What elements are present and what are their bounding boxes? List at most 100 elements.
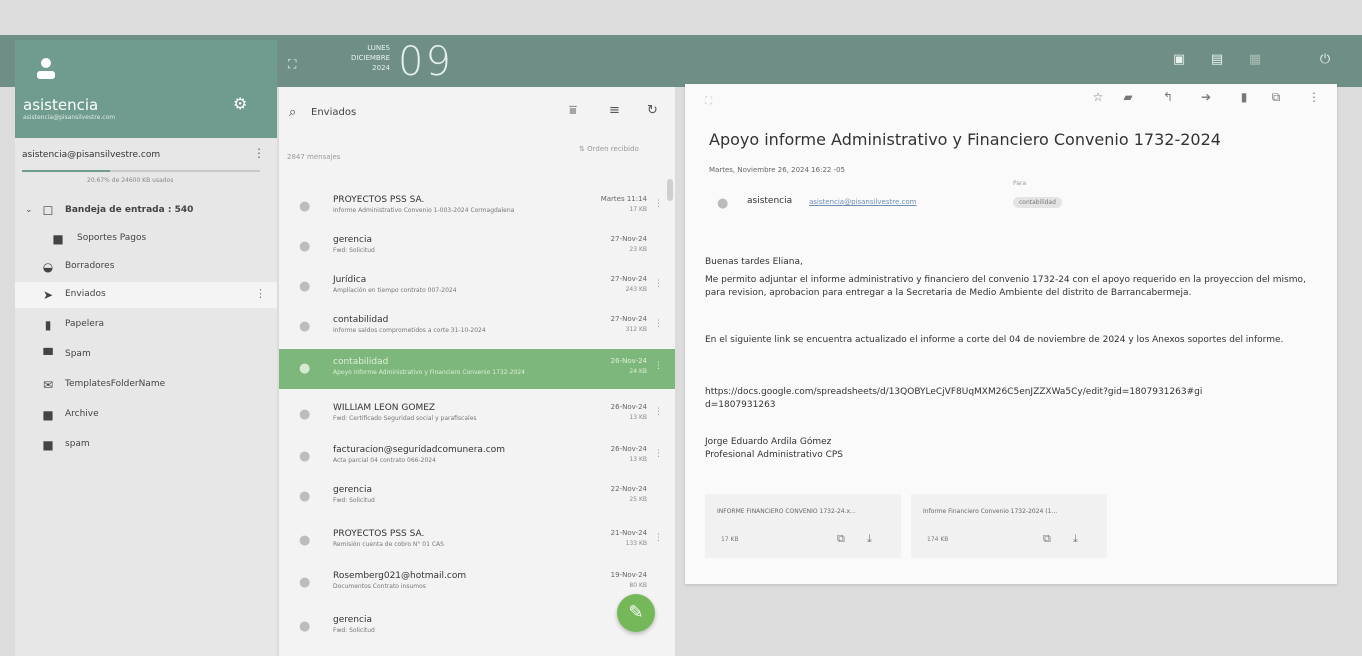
more-vert-icon[interactable]: ⋮	[654, 407, 663, 417]
attachment-name: Informe Financiero Convenio 1732-2024 (1…	[923, 508, 1058, 515]
message-sender: gerencia	[333, 485, 372, 495]
power-icon[interactable]: ⏻	[1318, 53, 1332, 67]
message-row[interactable]: ● PROYECTOS PSS SA. Remisión cuenta de c…	[279, 521, 675, 561]
message-link[interactable]: https://docs.google.com/spreadsheets/d/1…	[705, 386, 1205, 412]
sender-email[interactable]: asistencia@pisansilvestre.com	[809, 198, 916, 206]
month-name: DICIEMBRE	[351, 54, 390, 62]
message-sender: Jurídica	[333, 275, 367, 285]
account-selector[interactable]: asistencia@pisansilvestre.com	[22, 150, 160, 160]
message-row[interactable]: ● Rosemberg021@hotmail.com Documentos Co…	[279, 563, 675, 603]
message-size: 25 KB	[629, 496, 647, 503]
message-row[interactable]: ● Jurídica Ampliación en tiempo contrato…	[279, 267, 675, 307]
download-icon[interactable]: ⤓	[867, 532, 872, 546]
contacts-icon[interactable]: ▤	[1210, 53, 1224, 67]
message-row[interactable]: ● contabilidad Informe saldos comprometi…	[279, 307, 675, 347]
message-row[interactable]: ● PROYECTOS PSS SA. Informe Administrati…	[279, 187, 675, 227]
folder-drafts[interactable]: ◒ Borradores	[15, 254, 277, 280]
fullscreen-icon[interactable]: ⛶	[288, 57, 300, 71]
attachment-card[interactable]: Informe Financiero Convenio 1732-2024 (1…	[911, 494, 1107, 558]
filter-icon[interactable]: ⩸	[569, 103, 577, 118]
message-paragraph: Me permito adjuntar el informe administr…	[705, 275, 1306, 298]
grid-icon[interactable]: ▦	[1248, 53, 1262, 67]
folder-spam-lower[interactable]: ■ spam	[15, 432, 277, 458]
folder-spam[interactable]: ▀ Spam	[15, 342, 277, 368]
message-size: 13 KB	[629, 414, 647, 421]
message-row[interactable]: ● facturacion@seguridadcomunera.com Acta…	[279, 437, 675, 477]
template-icon: ✉	[42, 378, 54, 392]
drafts-icon: ◒	[42, 260, 54, 274]
more-vert-icon[interactable]: ⋮	[654, 533, 663, 543]
folder-label: TemplatesFolderName	[65, 379, 166, 389]
trash-icon[interactable]: ▮	[1237, 90, 1251, 104]
more-vert-icon[interactable]: ⋮	[1307, 90, 1321, 104]
contact-avatar-icon: ●	[299, 533, 311, 548]
forward-icon[interactable]: ➔	[1199, 90, 1213, 104]
attachment-size: 174 KB	[927, 536, 949, 543]
more-vert-icon[interactable]: ⋮	[654, 319, 663, 329]
folder-archive[interactable]: ■ Archive	[15, 402, 277, 428]
message-datetime: Martes, Noviembre 26, 2024 16:22 -05	[709, 166, 846, 174]
folder-soportes-pagos[interactable]: ■ Soportes Pagos	[15, 226, 277, 252]
message-sender: gerencia	[333, 235, 372, 245]
message-subject: Fwd: Solicitud	[333, 627, 375, 634]
message-row[interactable]: ● gerencia Fwd: Solicitud 22-Nov-24 25 K…	[279, 477, 675, 517]
sort-order[interactable]: ⇅ Orden recibido	[579, 145, 639, 153]
folder-sent[interactable]: ➤ Enviados ⋮	[15, 282, 277, 308]
message-date: Martes 11:14	[600, 195, 647, 203]
star-icon[interactable]: ☆	[1091, 90, 1105, 104]
contact-avatar-icon: ●	[299, 319, 311, 334]
expand-icon[interactable]: ⛶	[705, 96, 712, 107]
message-date: 21-Nov-24	[610, 529, 647, 537]
move-folder-icon[interactable]: ▰	[1121, 90, 1135, 104]
message-size: 80 KB	[629, 582, 647, 589]
chevron-down-icon[interactable]: ⌄	[25, 205, 33, 215]
message-size: 23 KB	[629, 246, 647, 253]
more-vert-icon[interactable]: ⋮	[654, 279, 663, 289]
user-avatar-icon	[35, 56, 57, 82]
refresh-icon[interactable]: ↻	[647, 103, 658, 118]
message-row[interactable]: ● WILLIAM LEON GOMEZ Fwd: Certificado Se…	[279, 395, 675, 435]
message-sender: PROYECTOS PSS SA.	[333, 529, 425, 539]
more-vert-icon[interactable]: ⋮	[654, 361, 663, 371]
calendar-icon[interactable]: ▣	[1172, 53, 1186, 67]
reply-icon[interactable]: ↰	[1161, 90, 1175, 104]
folder-icon: ■	[42, 438, 54, 452]
attachment-card[interactable]: INFORME FINANCIERO CONVENIO 1732-24.x...…	[705, 494, 901, 558]
message-subject: Acta parcial 04 contrato 066-2024	[333, 457, 436, 464]
folder-trash[interactable]: ▮ Papelera	[15, 312, 277, 338]
sidebar: asistencia asistencia@pisansilvestre.com…	[15, 40, 277, 656]
contact-avatar-icon: ●	[299, 199, 311, 214]
more-vert-icon[interactable]: ⋮	[253, 146, 265, 160]
search-input[interactable]: Enviados	[311, 107, 356, 118]
message-subject: Fwd: Certificado Seguridad social y para…	[333, 415, 477, 422]
message-subject: Fwd: Solicitud	[333, 247, 375, 254]
sender-name: asistencia	[747, 196, 793, 206]
recipient-chip[interactable]: contabilidad	[1013, 197, 1062, 208]
compose-button[interactable]: ✎	[617, 594, 655, 632]
folder-inbox[interactable]: ⌄ ☐ Bandeja de entrada : 540	[15, 198, 277, 224]
sort-icon[interactable]: ≡	[609, 103, 620, 118]
open-icon[interactable]: ⧉	[1043, 532, 1051, 546]
gear-icon[interactable]: ⚙	[233, 94, 247, 113]
folder-label: Soportes Pagos	[77, 233, 147, 243]
message-subject: Informe saldos comprometidos a corte 31-…	[333, 327, 486, 334]
more-vert-icon[interactable]: ⋮	[255, 287, 266, 300]
open-new-window-icon[interactable]: ⧉	[1269, 90, 1283, 105]
message-row[interactable]: ● gerencia Fwd: Solicitud 27-Nov-24 23 K…	[279, 227, 675, 267]
search-icon[interactable]: ⌕	[289, 105, 296, 120]
user-name: asistencia	[23, 96, 99, 114]
more-vert-icon[interactable]: ⋮	[654, 449, 663, 459]
message-row-selected[interactable]: ● contabilidad Apoyo informe Administrat…	[279, 349, 675, 389]
folder-templates[interactable]: ✉ TemplatesFolderName	[15, 372, 277, 398]
more-vert-icon[interactable]: ⋮	[654, 199, 663, 209]
message-subject: Informe Administrativo Convenio 1-003-20…	[333, 207, 515, 214]
open-icon[interactable]: ⧉	[837, 532, 845, 546]
attachment-size: 17 KB	[721, 536, 739, 543]
message-date: 26-Nov-24	[610, 357, 647, 365]
day-number: 09	[398, 39, 453, 85]
message-row[interactable]: ● gerencia Fwd: Solicitud	[279, 607, 675, 647]
download-icon[interactable]: ⤓	[1073, 532, 1078, 546]
scrollbar-thumb[interactable]	[667, 179, 673, 201]
contact-avatar-icon: ●	[299, 239, 311, 254]
message-greeting: Buenas tardes Eliana,	[705, 257, 803, 267]
